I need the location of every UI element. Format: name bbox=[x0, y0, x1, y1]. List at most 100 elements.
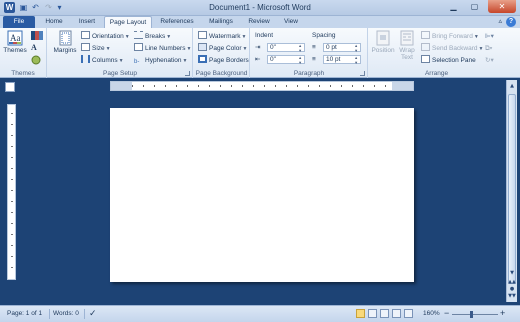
tab-home[interactable]: Home bbox=[40, 16, 68, 28]
vertical-ruler[interactable] bbox=[7, 104, 16, 280]
themes-icon: Aa bbox=[7, 30, 23, 46]
document-page[interactable] bbox=[110, 108, 414, 282]
ribbon-tabs: File Home Insert Page Layout References … bbox=[0, 16, 520, 28]
themes-button[interactable]: Aa Themes bbox=[3, 30, 27, 54]
paragraph-launcher-icon[interactable] bbox=[360, 71, 365, 76]
scroll-thumb[interactable] bbox=[508, 94, 516, 284]
wrap-text-label: Wrap Text bbox=[399, 47, 415, 61]
send-backward-button[interactable]: Send Backward▼ bbox=[421, 43, 483, 54]
proofing-icon[interactable]: ✓ bbox=[89, 308, 97, 319]
margins-button[interactable]: Margins bbox=[52, 30, 78, 54]
word-count[interactable]: Words: 0 bbox=[53, 310, 79, 317]
indent-right-field[interactable]: 0" bbox=[267, 55, 305, 65]
zoom-slider-thumb[interactable] bbox=[470, 311, 473, 318]
group-page-setup: Margins Orientation▼ Size▼ Columns▼ Brea… bbox=[48, 28, 193, 78]
watermark-button[interactable]: Watermark▼ bbox=[198, 31, 247, 42]
print-layout-view-icon[interactable] bbox=[356, 309, 365, 318]
tab-mailings[interactable]: Mailings bbox=[202, 16, 240, 28]
page-color-button[interactable]: Page Color▼ bbox=[198, 43, 247, 54]
line-numbers-icon bbox=[134, 43, 143, 51]
paragraph-group-label: Paragraph bbox=[293, 70, 325, 77]
horizontal-ruler[interactable] bbox=[110, 81, 414, 91]
orientation-label: Orientation bbox=[92, 33, 124, 40]
watermark-label: Watermark bbox=[209, 33, 241, 40]
status-divider bbox=[49, 309, 50, 319]
tab-page-layout[interactable]: Page Layout bbox=[104, 16, 152, 28]
select-browse-object-icon[interactable]: ● bbox=[507, 286, 517, 293]
bring-forward-button[interactable]: Bring Forward▼ bbox=[421, 31, 479, 42]
wrap-text-icon bbox=[400, 30, 414, 46]
web-layout-icon[interactable] bbox=[380, 309, 389, 318]
tab-review[interactable]: Review bbox=[243, 16, 275, 28]
next-page-icon[interactable]: ▼▼ bbox=[507, 293, 517, 300]
maximize-button[interactable]: ▢ bbox=[465, 0, 484, 13]
tab-insert[interactable]: Insert bbox=[72, 16, 102, 28]
tab-selector-icon[interactable] bbox=[5, 82, 15, 92]
zoom-out-button[interactable]: − bbox=[444, 308, 449, 318]
page-setup-launcher-icon[interactable] bbox=[185, 71, 190, 76]
line-numbers-button[interactable]: Line Numbers▼ bbox=[134, 43, 191, 54]
theme-fonts-icon[interactable]: A bbox=[31, 43, 37, 52]
spacing-after-field[interactable]: 10 pt bbox=[323, 55, 361, 65]
margins-icon bbox=[59, 30, 72, 46]
vertical-ruler-ticks bbox=[11, 113, 13, 271]
scroll-down-arrow-icon[interactable]: ▼ bbox=[507, 268, 517, 278]
size-icon bbox=[81, 43, 90, 51]
theme-colors-icon[interactable] bbox=[31, 31, 43, 40]
columns-icon bbox=[81, 55, 90, 63]
hyphenation-icon: b- bbox=[134, 59, 140, 65]
page-count[interactable]: Page: 1 of 1 bbox=[7, 310, 42, 317]
tab-file[interactable]: File bbox=[3, 16, 35, 28]
page-borders-button[interactable]: Page Borders bbox=[198, 55, 249, 66]
orientation-button[interactable]: Orientation▼ bbox=[81, 31, 130, 42]
ruler-ticks bbox=[132, 85, 392, 87]
size-button[interactable]: Size▼ bbox=[81, 43, 111, 54]
bring-forward-label: Bring Forward bbox=[432, 33, 473, 40]
scroll-up-arrow-icon[interactable]: ▲ bbox=[507, 81, 517, 91]
selection-pane-button[interactable]: Selection Pane bbox=[421, 55, 476, 66]
page-color-label: Page Color bbox=[209, 45, 242, 52]
position-button[interactable]: Position bbox=[371, 30, 395, 54]
zoom-slider[interactable] bbox=[452, 314, 498, 315]
minimize-button[interactable]: ▁ bbox=[444, 0, 463, 13]
help-icon[interactable]: ? bbox=[506, 17, 516, 27]
spacing-label: Spacing bbox=[312, 32, 336, 39]
group-arrange: Position Wrap Text Bring Forward▼ Send B… bbox=[369, 28, 504, 78]
group-themes: Aa Themes A Themes bbox=[0, 28, 47, 78]
zoom-in-button[interactable]: + bbox=[500, 308, 505, 318]
draft-view-icon[interactable] bbox=[404, 309, 413, 318]
outline-view-icon[interactable] bbox=[392, 309, 401, 318]
page-background-group-label: Page Background bbox=[195, 70, 248, 77]
columns-button[interactable]: Columns▼ bbox=[81, 55, 124, 66]
wrap-text-button[interactable]: Wrap Text bbox=[397, 30, 417, 61]
tab-view[interactable]: View bbox=[278, 16, 304, 28]
vertical-scrollbar[interactable]: ▲ ▼ ▲▲ ● ▼▼ bbox=[506, 80, 517, 302]
align-icon[interactable]: ⊫▾ bbox=[485, 31, 494, 42]
zoom-level[interactable]: 160% bbox=[423, 310, 440, 317]
tab-references[interactable]: References bbox=[155, 16, 199, 28]
page-borders-label: Page Borders bbox=[209, 57, 249, 64]
minimize-ribbon-icon[interactable]: ▵ bbox=[498, 17, 502, 25]
indent-left-field[interactable]: 0" bbox=[267, 43, 305, 53]
spacing-before-field[interactable]: 0 pt bbox=[323, 43, 361, 53]
theme-effects-icon[interactable] bbox=[31, 55, 41, 65]
hyphenation-label: Hyphenation bbox=[145, 57, 182, 64]
svg-text:Aa: Aa bbox=[10, 33, 21, 43]
close-button[interactable]: ✕ bbox=[488, 0, 516, 13]
ribbon: Aa Themes A Themes Margins Orientation▼ … bbox=[0, 28, 520, 78]
group-objects-icon[interactable]: ⧉▾ bbox=[485, 43, 492, 54]
themes-label: Themes bbox=[3, 47, 27, 54]
selection-pane-icon bbox=[421, 55, 430, 63]
previous-page-icon[interactable]: ▲▲ bbox=[507, 279, 517, 286]
arrange-group-label: Arrange bbox=[424, 70, 449, 77]
size-label: Size bbox=[92, 45, 105, 52]
hyphenation-button[interactable]: b- Hyphenation▼ bbox=[134, 55, 187, 66]
spacing-after-icon: ≡ bbox=[312, 56, 316, 63]
page-color-icon bbox=[198, 43, 207, 51]
breaks-button[interactable]: Breaks▼ bbox=[134, 31, 171, 42]
position-label: Position bbox=[371, 47, 395, 54]
indent-left-icon: ⇥ bbox=[255, 44, 261, 51]
ruler-left-margin bbox=[111, 82, 132, 90]
full-screen-reading-icon[interactable] bbox=[368, 309, 377, 318]
rotate-icon[interactable]: ↻▾ bbox=[485, 55, 494, 66]
